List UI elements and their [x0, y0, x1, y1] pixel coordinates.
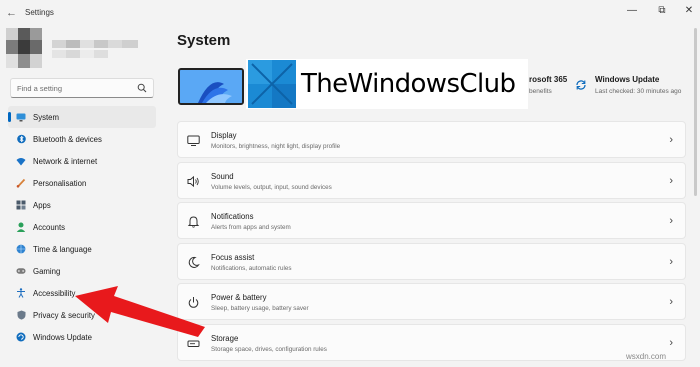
search-placeholder: Find a setting	[17, 84, 63, 93]
brand-text: TheWindowsClub	[301, 69, 516, 99]
card-subtitle: Storage space, drives, configuration rul…	[211, 345, 327, 353]
brush-icon	[16, 178, 26, 188]
chevron-right-icon: ›	[669, 215, 673, 228]
avatar[interactable]	[6, 28, 42, 68]
storage-icon	[187, 340, 200, 347]
card-power-battery[interactable]: Power & battery Sleep, battery usage, ba…	[177, 283, 686, 321]
sidebar-item-label: Network & internet	[33, 156, 98, 166]
sidebar-item-label: Gaming	[33, 266, 61, 276]
card-title: Storage	[211, 333, 239, 343]
speaker-icon	[187, 175, 199, 187]
page-title: System	[177, 32, 231, 49]
moon-icon	[188, 256, 200, 268]
sidebar-item-gaming[interactable]: Gaming	[8, 260, 156, 282]
card-subtitle: Volume levels, output, input, sound devi…	[211, 183, 332, 191]
person-icon	[16, 222, 26, 232]
sidebar-item-label: System	[33, 112, 59, 122]
search-icon	[137, 83, 147, 93]
sidebar-item-label: Apps	[33, 200, 51, 210]
power-icon	[188, 297, 199, 309]
ms365-title[interactable]: rosoft 365	[529, 75, 567, 84]
card-subtitle: Notifications, automatic rules	[211, 264, 292, 272]
sidebar-item-network[interactable]: Network & internet	[8, 150, 156, 172]
close-button[interactable]: ✕	[678, 3, 700, 19]
sidebar-nav: System Bluetooth & devices Network & int…	[8, 106, 156, 348]
wifi-icon	[16, 156, 26, 166]
title-bar: ← Settings — ⧉ ✕	[0, 0, 700, 26]
device-thumbnail	[178, 68, 244, 105]
search-input[interactable]: Find a setting	[10, 78, 154, 98]
sidebar-item-personalisation[interactable]: Personalisation	[8, 172, 156, 194]
sync-icon	[576, 80, 586, 90]
sidebar-item-windows-update[interactable]: Windows Update	[8, 326, 156, 348]
card-display[interactable]: Display Monitors, brightness, night ligh…	[177, 121, 686, 158]
back-arrow-icon[interactable]: ←	[6, 7, 18, 19]
windows-update-status: Last checked: 30 minutes ago	[595, 88, 682, 95]
chevron-right-icon: ›	[669, 134, 673, 146]
shield-icon	[16, 310, 26, 320]
sidebar-item-label: Accessibility	[33, 288, 76, 298]
minimize-button[interactable]: —	[621, 3, 643, 19]
card-storage[interactable]: Storage Storage space, drives, configura…	[177, 323, 686, 361]
globe-clock-icon	[16, 244, 26, 254]
sidebar-item-label: Time & language	[33, 244, 92, 254]
chevron-right-icon: ›	[669, 336, 673, 349]
window-title: Settings	[25, 8, 54, 17]
ms365-subtitle: benefits	[529, 88, 552, 95]
gamepad-icon	[16, 266, 26, 276]
sidebar-item-time-language[interactable]: Time & language	[8, 238, 156, 260]
chevron-right-icon: ›	[669, 296, 673, 309]
card-sound[interactable]: Sound Volume levels, output, input, soun…	[177, 161, 686, 199]
sidebar-item-label: Privacy & security	[33, 310, 95, 320]
brand-watermark: TheWindowsClub	[246, 59, 528, 109]
card-subtitle: Monitors, brightness, night light, displ…	[211, 143, 341, 150]
site-watermark: wsxdn.com	[626, 352, 667, 361]
sidebar-item-system[interactable]: System	[8, 106, 156, 128]
bluetooth-icon	[16, 134, 26, 144]
bell-icon	[187, 216, 200, 228]
sidebar-item-label: Windows Update	[33, 332, 92, 342]
card-title: Power & battery	[211, 293, 267, 303]
monitor-icon	[16, 112, 26, 122]
sidebar-item-accessibility[interactable]: Accessibility	[8, 282, 156, 304]
accessibility-icon	[16, 288, 26, 298]
chevron-right-icon: ›	[669, 174, 673, 187]
card-title: Notifications	[211, 212, 254, 222]
sidebar-item-bluetooth[interactable]: Bluetooth & devices	[8, 128, 156, 150]
scrollbar[interactable]	[694, 28, 697, 196]
card-focus-assist[interactable]: Focus assist Notifications, automatic ru…	[177, 242, 686, 280]
sidebar-item-label: Personalisation	[33, 178, 87, 188]
sidebar-item-apps[interactable]: Apps	[8, 194, 156, 216]
update-icon	[16, 332, 26, 342]
settings-list: Display Monitors, brightness, night ligh…	[177, 121, 686, 365]
chevron-right-icon: ›	[669, 255, 673, 268]
maximize-button[interactable]: ⧉	[651, 3, 673, 19]
apps-icon	[16, 200, 26, 210]
card-title: Focus assist	[211, 252, 255, 262]
windows-update-title[interactable]: Windows Update	[595, 75, 659, 84]
card-title: Sound	[211, 171, 234, 181]
card-notifications[interactable]: Notifications Alerts from apps and syste…	[177, 202, 686, 240]
card-title: Display	[211, 131, 237, 140]
sidebar-item-label: Accounts	[33, 222, 66, 232]
sidebar-item-accounts[interactable]: Accounts	[8, 216, 156, 238]
sidebar-item-label: Bluetooth & devices	[33, 134, 102, 144]
display-icon	[187, 135, 200, 146]
card-subtitle: Alerts from apps and system	[211, 224, 291, 232]
sidebar-item-privacy[interactable]: Privacy & security	[8, 304, 156, 326]
card-subtitle: Sleep, battery usage, battery saver	[211, 305, 309, 313]
profile-name-blurred	[52, 40, 140, 62]
windows-club-logo-icon	[248, 60, 296, 108]
